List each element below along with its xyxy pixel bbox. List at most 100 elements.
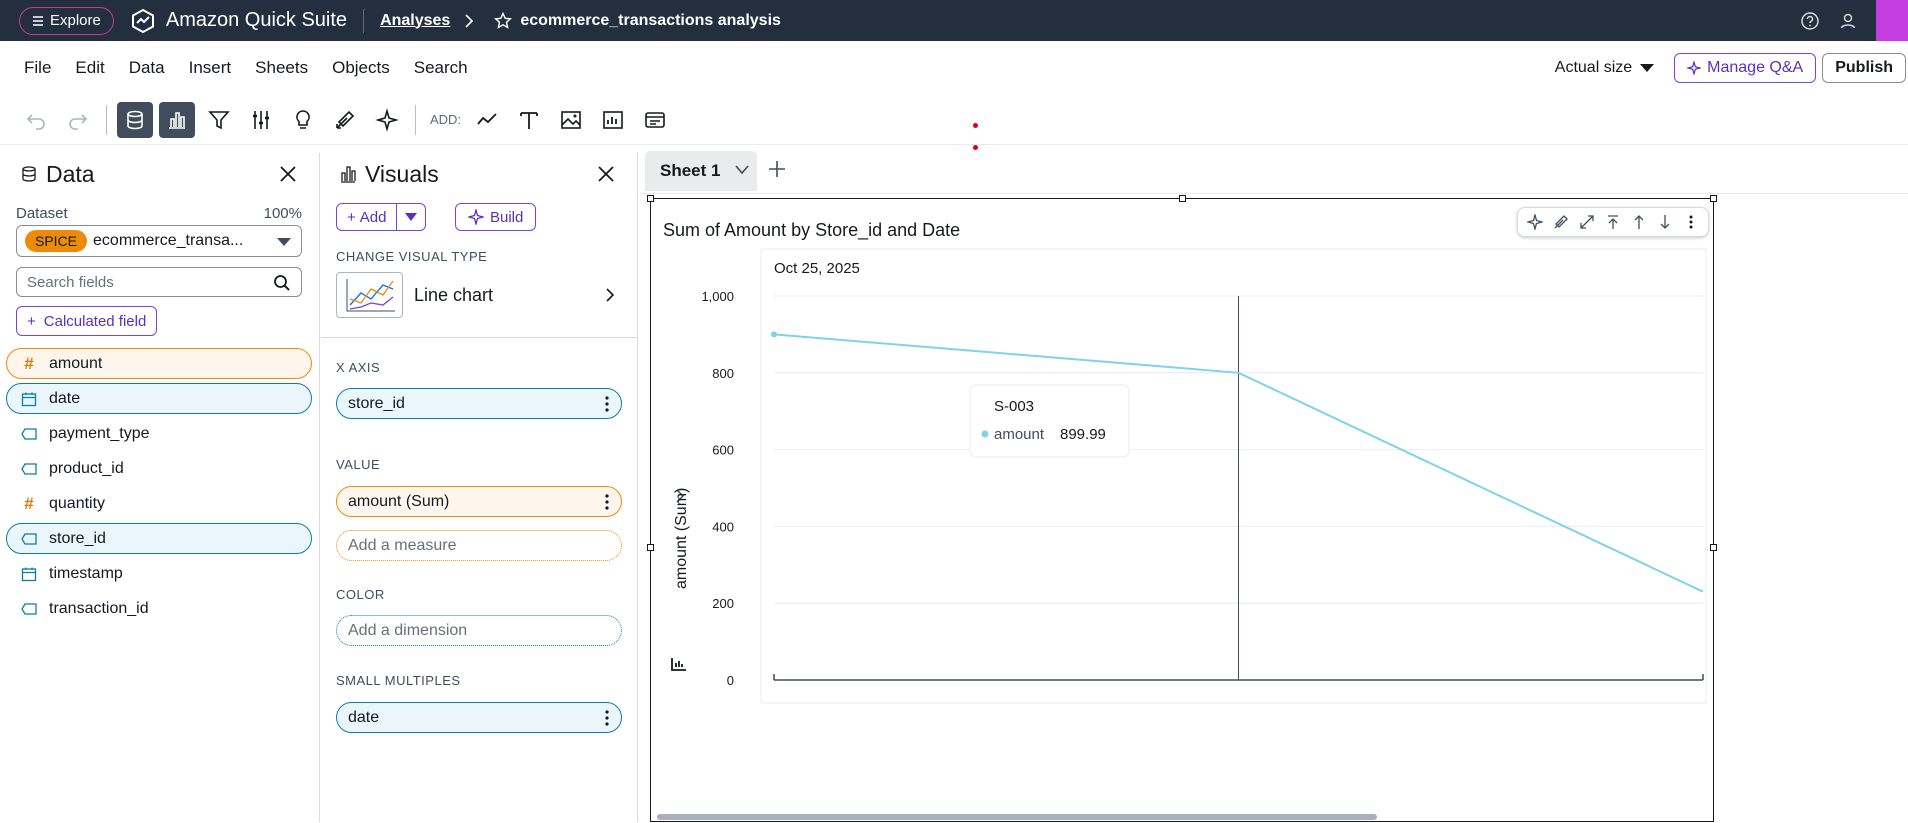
add-label: ADD: xyxy=(430,112,462,127)
bring-forward-icon[interactable] xyxy=(1626,211,1652,233)
bring-to-front-icon[interactable] xyxy=(1600,211,1626,233)
add-line-chart-icon[interactable] xyxy=(469,102,505,138)
filter-icon[interactable] xyxy=(201,102,237,138)
zoom-select[interactable]: Actual size xyxy=(1555,59,1632,77)
menu-objects[interactable]: Objects xyxy=(332,58,390,78)
manage-qa-button[interactable]: Manage Q&A xyxy=(1674,53,1817,83)
app-title[interactable]: Amazon Quick Suite xyxy=(166,9,347,32)
search-icon[interactable] xyxy=(273,274,291,292)
value-field-well[interactable]: amount (Sum) xyxy=(336,486,622,517)
add-measure-well[interactable]: Add a measure xyxy=(336,530,622,561)
resize-handle[interactable] xyxy=(647,195,654,202)
quick-assistant-icon[interactable] xyxy=(1876,0,1908,41)
menu-insert[interactable]: Insert xyxy=(189,58,232,78)
more-options-icon[interactable] xyxy=(605,493,609,511)
field-transaction-id[interactable]: transaction_id xyxy=(6,593,312,624)
menu-file[interactable]: File xyxy=(24,58,51,78)
dataset-select[interactable]: SPICE ecommerce_transa... xyxy=(16,225,302,257)
format-visual-icon[interactable] xyxy=(1548,211,1574,233)
themes-icon[interactable] xyxy=(327,102,363,138)
series-line-amount xyxy=(773,333,1704,593)
line-chart-visual[interactable]: Sum of Amount by Store_id and Date amoun… xyxy=(647,195,1717,822)
menu-search[interactable]: Search xyxy=(414,58,468,78)
add-visual-dropdown[interactable] xyxy=(397,204,425,230)
dataset-row: Dataset 100% xyxy=(16,205,302,222)
field-timestamp[interactable]: timestamp xyxy=(6,558,312,589)
analysis-name[interactable]: ecommerce_transactions analysis xyxy=(520,12,781,30)
quick-suite-logo-icon[interactable] xyxy=(130,8,156,34)
toolbar: ADD: xyxy=(0,95,1908,145)
tooltip-category: S-003 xyxy=(994,398,1034,415)
favorite-star-icon[interactable] xyxy=(494,11,513,30)
value-label: VALUE xyxy=(336,457,381,472)
more-options-icon[interactable] xyxy=(1678,211,1704,233)
spice-badge: SPICE xyxy=(25,230,88,252)
field-payment-type[interactable]: payment_type xyxy=(6,418,312,449)
resize-handle[interactable] xyxy=(1179,195,1186,202)
ai-sparkle-icon[interactable] xyxy=(1522,211,1548,233)
measure-hash-icon: # xyxy=(24,493,34,513)
dimension-tag-icon xyxy=(21,461,37,477)
explore-button[interactable]: Explore xyxy=(19,6,114,35)
build-button[interactable]: Build xyxy=(455,203,537,231)
calculated-field-button[interactable]: + Calculated field xyxy=(16,306,158,336)
redo-icon[interactable] xyxy=(60,102,96,138)
help-icon[interactable] xyxy=(1800,11,1820,31)
send-backward-icon[interactable] xyxy=(1652,211,1678,233)
scrollbar-thumb[interactable] xyxy=(657,814,1377,820)
resize-handle[interactable] xyxy=(1710,195,1717,202)
add-visual-button[interactable]: + Add xyxy=(337,204,398,230)
topbar-right-group xyxy=(1800,0,1908,41)
field-quantity[interactable]: # quantity xyxy=(6,488,312,519)
field-amount[interactable]: # amount xyxy=(6,348,312,379)
add-sheet-plus-icon[interactable] xyxy=(767,159,787,179)
top-bar: Explore Amazon Quick Suite Analyses ecom… xyxy=(0,0,1908,41)
small-multiples-label: SMALL MULTIPLES xyxy=(336,673,461,688)
field-label: payment_type xyxy=(49,424,150,442)
menu-data[interactable]: Data xyxy=(129,58,165,78)
x-axis-label: X AXIS xyxy=(336,360,381,375)
more-options-icon[interactable] xyxy=(605,395,609,413)
field-date[interactable]: date xyxy=(6,383,312,414)
axis-sort-icon[interactable] xyxy=(669,654,689,674)
field-store-id[interactable]: store_id xyxy=(6,523,312,554)
chevron-down-icon[interactable] xyxy=(735,165,749,175)
sheet-tab-divider xyxy=(639,193,1908,194)
visual-type-thumbnail[interactable] xyxy=(336,272,403,318)
close-icon[interactable] xyxy=(597,165,615,183)
visuals-icon[interactable] xyxy=(159,101,195,138)
more-options-icon[interactable] xyxy=(605,709,609,727)
chevron-right-icon[interactable] xyxy=(603,288,617,302)
search-fields-input[interactable]: Search fields xyxy=(16,267,302,297)
visual-type-name[interactable]: Line chart xyxy=(414,285,493,306)
expand-icon[interactable] xyxy=(1574,211,1600,233)
breadcrumb-analyses-link[interactable]: Analyses xyxy=(380,12,450,30)
explore-label: Explore xyxy=(50,12,101,29)
sheet-tab[interactable]: Sheet 1 xyxy=(645,151,757,191)
user-icon[interactable] xyxy=(1838,11,1858,31)
menu-edit[interactable]: Edit xyxy=(75,58,104,78)
parameters-icon[interactable] xyxy=(243,102,279,138)
menu-sheets[interactable]: Sheets xyxy=(255,58,308,78)
small-multiples-field-well[interactable]: date xyxy=(336,702,622,733)
insights-icon[interactable] xyxy=(285,102,321,138)
add-embed-icon[interactable] xyxy=(637,102,673,138)
y-tick-label: 600 xyxy=(712,443,734,458)
data-icon[interactable] xyxy=(117,101,153,138)
zoom-caret-down-icon[interactable] xyxy=(1640,64,1655,72)
horizontal-scrollbar[interactable] xyxy=(639,811,1908,821)
resize-handle[interactable] xyxy=(1710,544,1717,551)
visual-title[interactable]: Sum of Amount by Store_id and Date xyxy=(663,220,960,241)
publish-button[interactable]: Publish xyxy=(1822,53,1906,83)
resize-handle[interactable] xyxy=(647,544,654,551)
undo-icon[interactable] xyxy=(18,102,54,138)
y-tick-label: 800 xyxy=(712,366,734,381)
add-image-icon[interactable] xyxy=(553,102,589,138)
add-dimension-well[interactable]: Add a dimension xyxy=(336,615,622,646)
close-icon[interactable] xyxy=(279,165,297,183)
x-axis-field-well[interactable]: store_id xyxy=(336,388,622,419)
field-product-id[interactable]: product_id xyxy=(6,453,312,484)
add-text-icon[interactable] xyxy=(511,102,547,138)
add-insight-icon[interactable] xyxy=(595,102,631,138)
ai-sparkle-icon[interactable] xyxy=(369,102,405,138)
